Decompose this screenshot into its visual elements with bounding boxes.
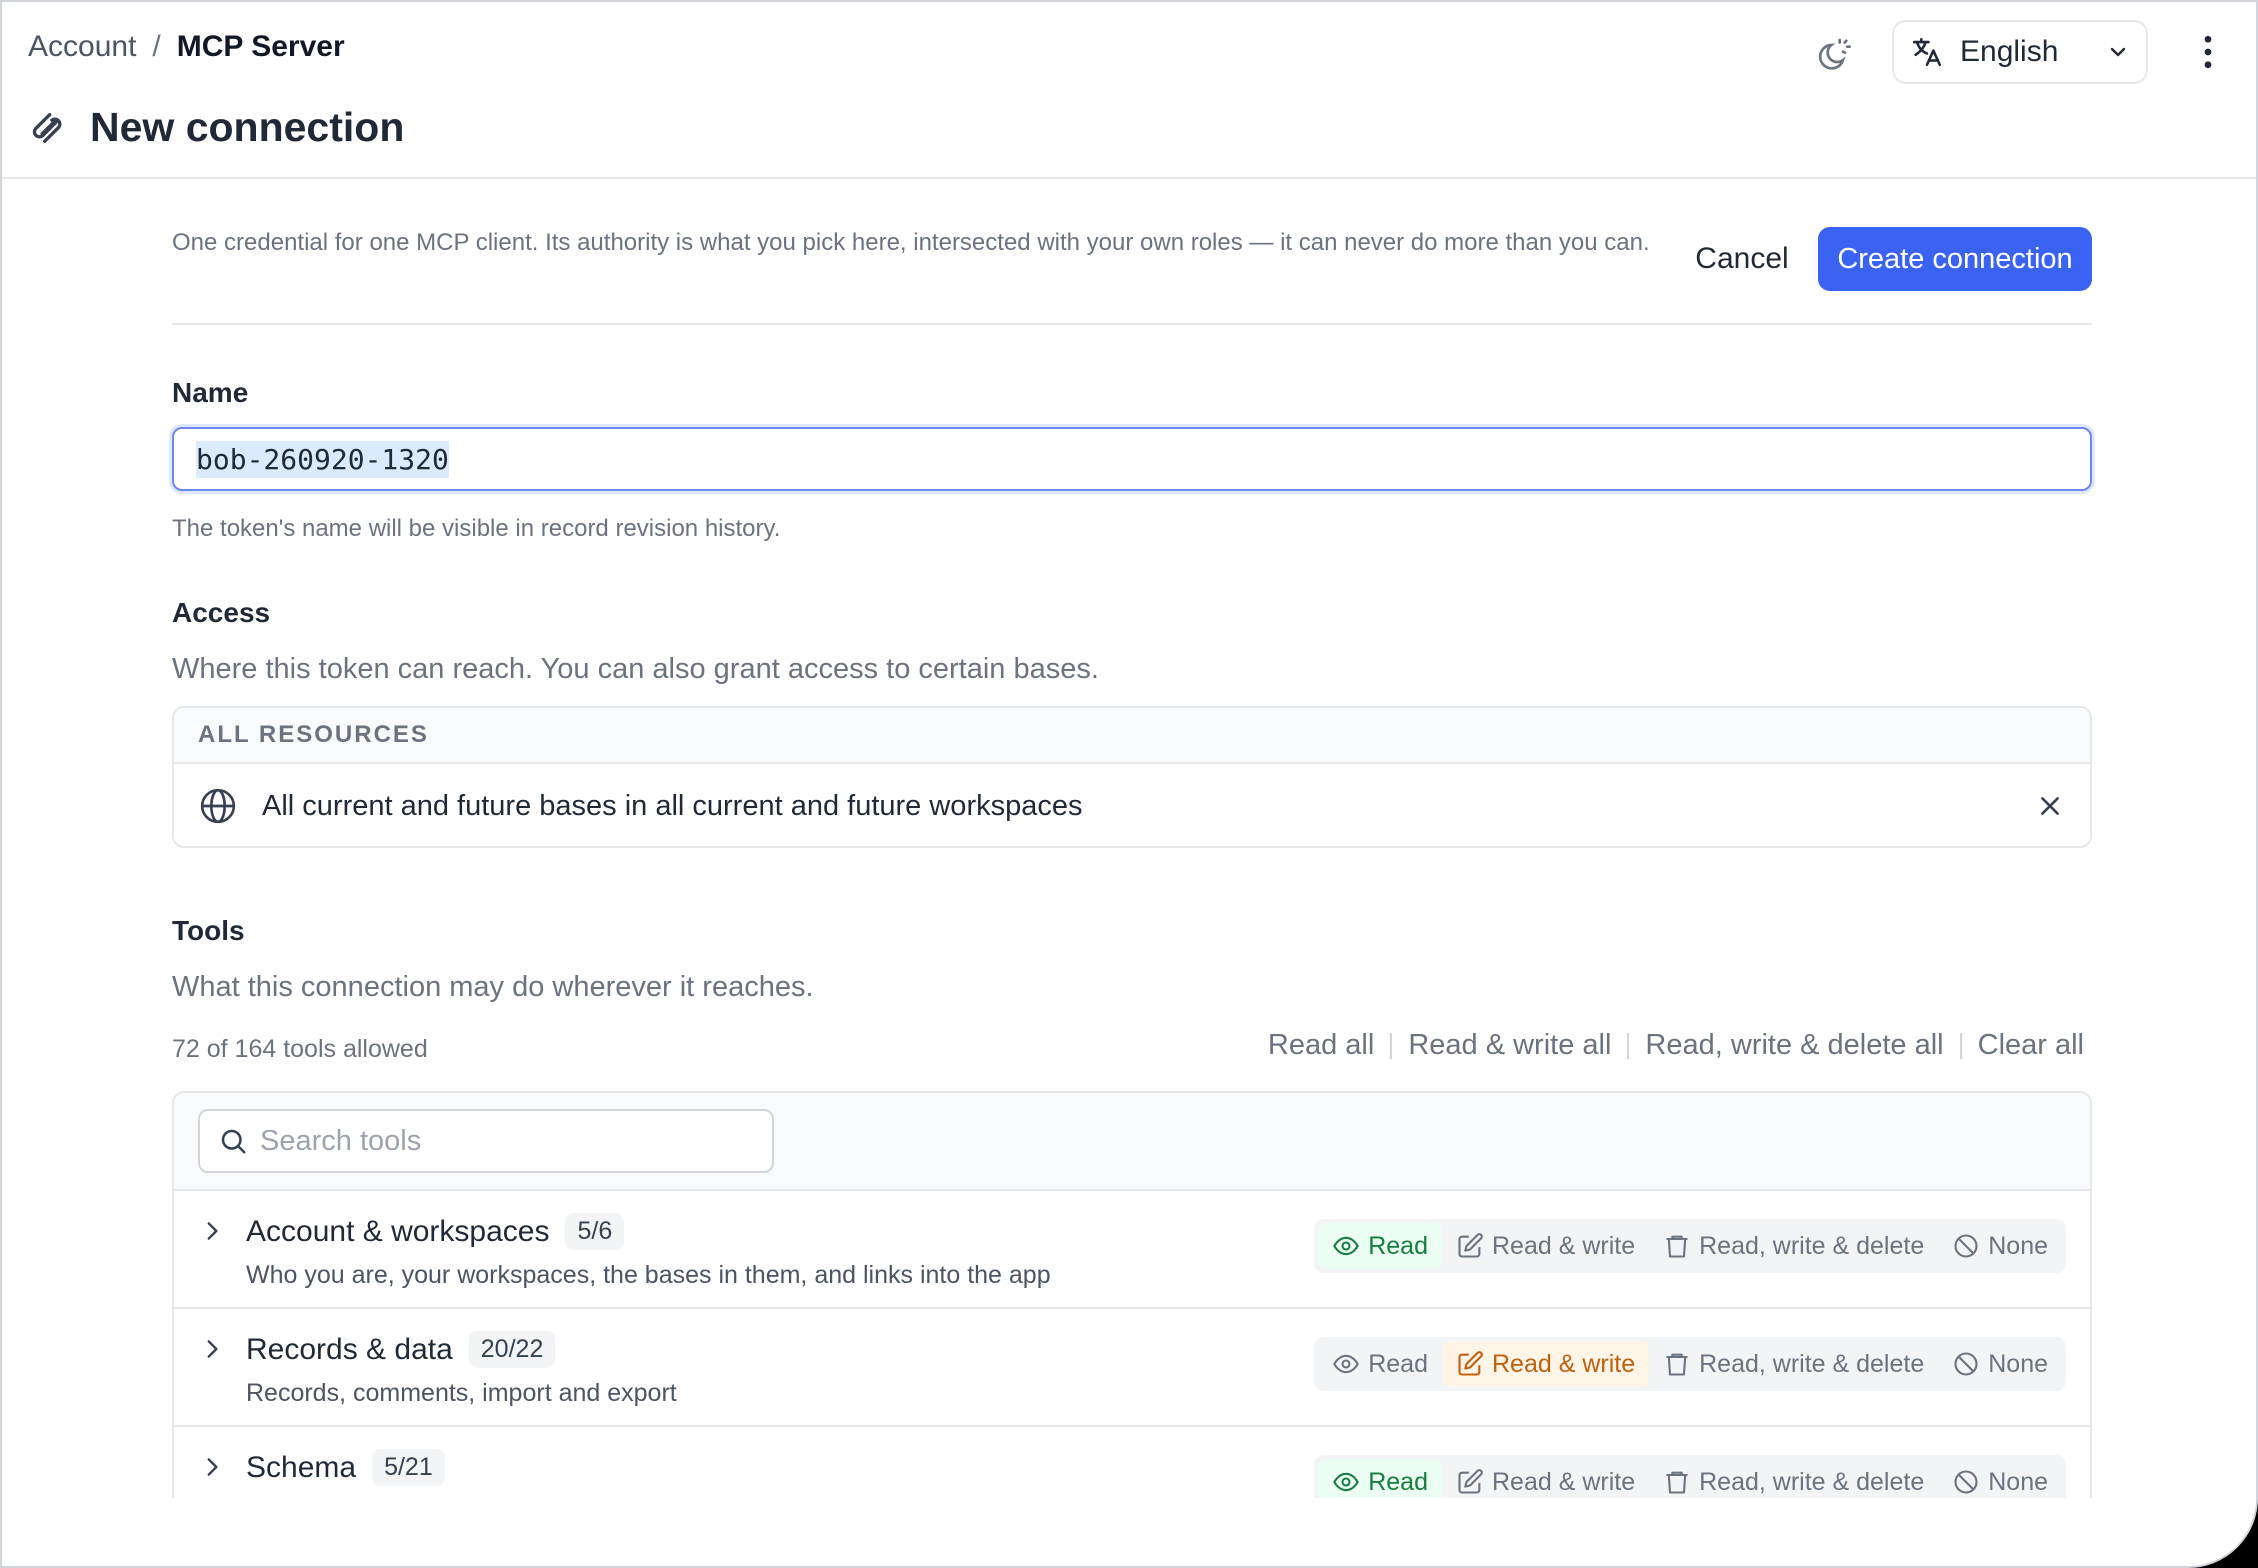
trash-icon [1666, 1235, 1688, 1258]
remove-resource-icon[interactable] [2034, 790, 2066, 822]
permission-label: Read & write [1491, 1231, 1636, 1260]
tool-group-count-badge: 20/22 [468, 1331, 556, 1368]
resource-group-header: ALL RESOURCES [174, 708, 2090, 764]
paperclip-icon [28, 108, 68, 148]
tool-group-description: Who you are, your workspaces, the bases … [246, 1261, 1051, 1289]
ban-icon [1954, 1352, 1978, 1376]
permission-none-option[interactable]: None [1938, 1341, 2062, 1387]
resource-row: All current and future bases in all curr… [174, 764, 2090, 846]
breadcrumb: Account / MCP Server [28, 30, 345, 64]
tool-group-name: Schema 5/21 [246, 1449, 445, 1486]
intro-row: One credential for one MCP client. Its a… [172, 227, 2092, 323]
section-divider [172, 323, 2092, 325]
permission-label: Read [1368, 1349, 1428, 1378]
tool-group-description: Records, comments, import and export [246, 1379, 677, 1407]
page-title: New connection [90, 104, 405, 150]
clear-all-button[interactable]: Clear all [1970, 1029, 2092, 1062]
ban-icon [1954, 1234, 1978, 1258]
tool-group-title: Records & data [246, 1332, 453, 1366]
tool-group-title: Schema [246, 1450, 357, 1484]
translate-icon [1910, 35, 1944, 69]
tool-group-row: Records & data 20/22 Records, comments, … [174, 1309, 2090, 1427]
globe-icon [198, 786, 238, 826]
resource-list: ALL RESOURCES All current and future bas… [172, 706, 2092, 848]
breadcrumb-separator: / [152, 30, 161, 63]
permission-read-option[interactable]: Read [1318, 1341, 1442, 1387]
tools-label: Tools [172, 915, 245, 946]
chevron-right-icon[interactable] [196, 1333, 228, 1365]
intro-text: One credential for one MCP client. Its a… [172, 229, 1650, 256]
bulk-actions: Read all Read & write all Read, write & … [1260, 1029, 2092, 1062]
chevron-right-icon[interactable] [196, 1215, 228, 1247]
access-label: Access [172, 597, 271, 628]
tool-group-name: Records & data 20/22 [246, 1331, 556, 1368]
read-all-button[interactable]: Read all [1260, 1029, 1382, 1062]
permission-read-write-delete-option[interactable]: Read, write & delete [1649, 1341, 1938, 1387]
tool-group-count-badge: 5/21 [372, 1449, 445, 1486]
language-select[interactable]: English [1892, 20, 2148, 84]
chevron-right-icon[interactable] [196, 1451, 228, 1483]
tools-count: 72 of 164 tools allowed [172, 1035, 428, 1063]
tools-help-text: What this connection may do wherever it … [172, 971, 814, 1003]
bottom-bar [2, 1498, 2256, 1566]
eye-icon [1333, 1236, 1360, 1256]
trash-icon [1666, 1471, 1688, 1494]
eye-icon [1333, 1472, 1360, 1492]
page-title-row: New connection [28, 104, 404, 151]
resource-text: All current and future bases in all curr… [262, 789, 1083, 822]
search-tools-input[interactable] [260, 1124, 754, 1158]
permission-label: Read, write & delete [1699, 1231, 1925, 1260]
more-menu-icon[interactable] [2188, 28, 2228, 76]
language-label: English [1960, 35, 2059, 68]
breadcrumb-current: MCP Server [176, 30, 345, 63]
tools-list: Account & workspaces 5/6 Who you are, yo… [172, 1091, 2092, 1511]
top-header: Account / MCP Server New connection Engl… [2, 2, 2256, 179]
theme-toggle-icon[interactable] [1810, 32, 1856, 78]
read-write-all-button[interactable]: Read & write all [1400, 1029, 1619, 1062]
app-window: Account / MCP Server New connection Engl… [0, 0, 2258, 1568]
permission-label: Read, write & delete [1699, 1467, 1925, 1496]
read-write-delete-all-button[interactable]: Read, write & delete all [1637, 1029, 1951, 1062]
access-help-text: Where this token can reach. You can also… [172, 653, 1099, 685]
permission-label: Read [1368, 1467, 1428, 1496]
edit-icon [1458, 1351, 1483, 1376]
permission-label: None [1988, 1231, 2048, 1260]
edit-icon [1458, 1469, 1483, 1494]
permission-label: Read [1368, 1231, 1428, 1260]
bulk-separator [1390, 1032, 1393, 1059]
search-icon [218, 1126, 248, 1156]
chevron-down-icon [2106, 40, 2130, 64]
permission-label: None [1988, 1349, 2048, 1378]
permission-read-write-option[interactable]: Read & write [1442, 1223, 1649, 1269]
tool-group-title: Account & workspaces [246, 1214, 550, 1248]
tool-group-row: Account & workspaces 5/6 Who you are, yo… [174, 1191, 2090, 1309]
create-connection-button[interactable]: Create connection [1818, 227, 2092, 291]
tool-group-name: Account & workspaces 5/6 [246, 1213, 625, 1250]
permission-segmented-control: Read Read & write Read, write & delete N… [1314, 1337, 2066, 1391]
permission-label: Read, write & delete [1699, 1349, 1925, 1378]
ban-icon [1954, 1470, 1978, 1494]
permission-none-option[interactable]: None [1938, 1223, 2062, 1269]
name-input-value: bob-260920-1320 [196, 440, 449, 478]
permission-segmented-control: Read Read & write Read, write & delete N… [1314, 1219, 2066, 1273]
tool-group-count-badge: 5/6 [565, 1213, 625, 1250]
permission-label: None [1988, 1467, 2048, 1496]
breadcrumb-account-link[interactable]: Account [28, 30, 136, 64]
permission-read-option[interactable]: Read [1318, 1223, 1442, 1269]
eye-icon [1333, 1354, 1360, 1374]
cancel-button[interactable]: Cancel [1682, 227, 1802, 291]
permission-label: Read & write [1491, 1349, 1636, 1378]
name-input[interactable]: bob-260920-1320 [172, 427, 2092, 491]
permission-read-write-delete-option[interactable]: Read, write & delete [1649, 1223, 1938, 1269]
edit-icon [1458, 1233, 1483, 1258]
bulk-separator [1627, 1032, 1630, 1059]
trash-icon [1666, 1353, 1688, 1376]
bulk-separator [1959, 1032, 1962, 1059]
name-help-text: The token's name will be visible in reco… [172, 515, 781, 542]
permission-label: Read & write [1491, 1467, 1636, 1496]
permission-read-write-option[interactable]: Read & write [1441, 1341, 1650, 1387]
search-tools-field[interactable] [198, 1109, 774, 1173]
tools-search-bar [174, 1093, 2090, 1191]
name-label: Name [172, 377, 249, 408]
